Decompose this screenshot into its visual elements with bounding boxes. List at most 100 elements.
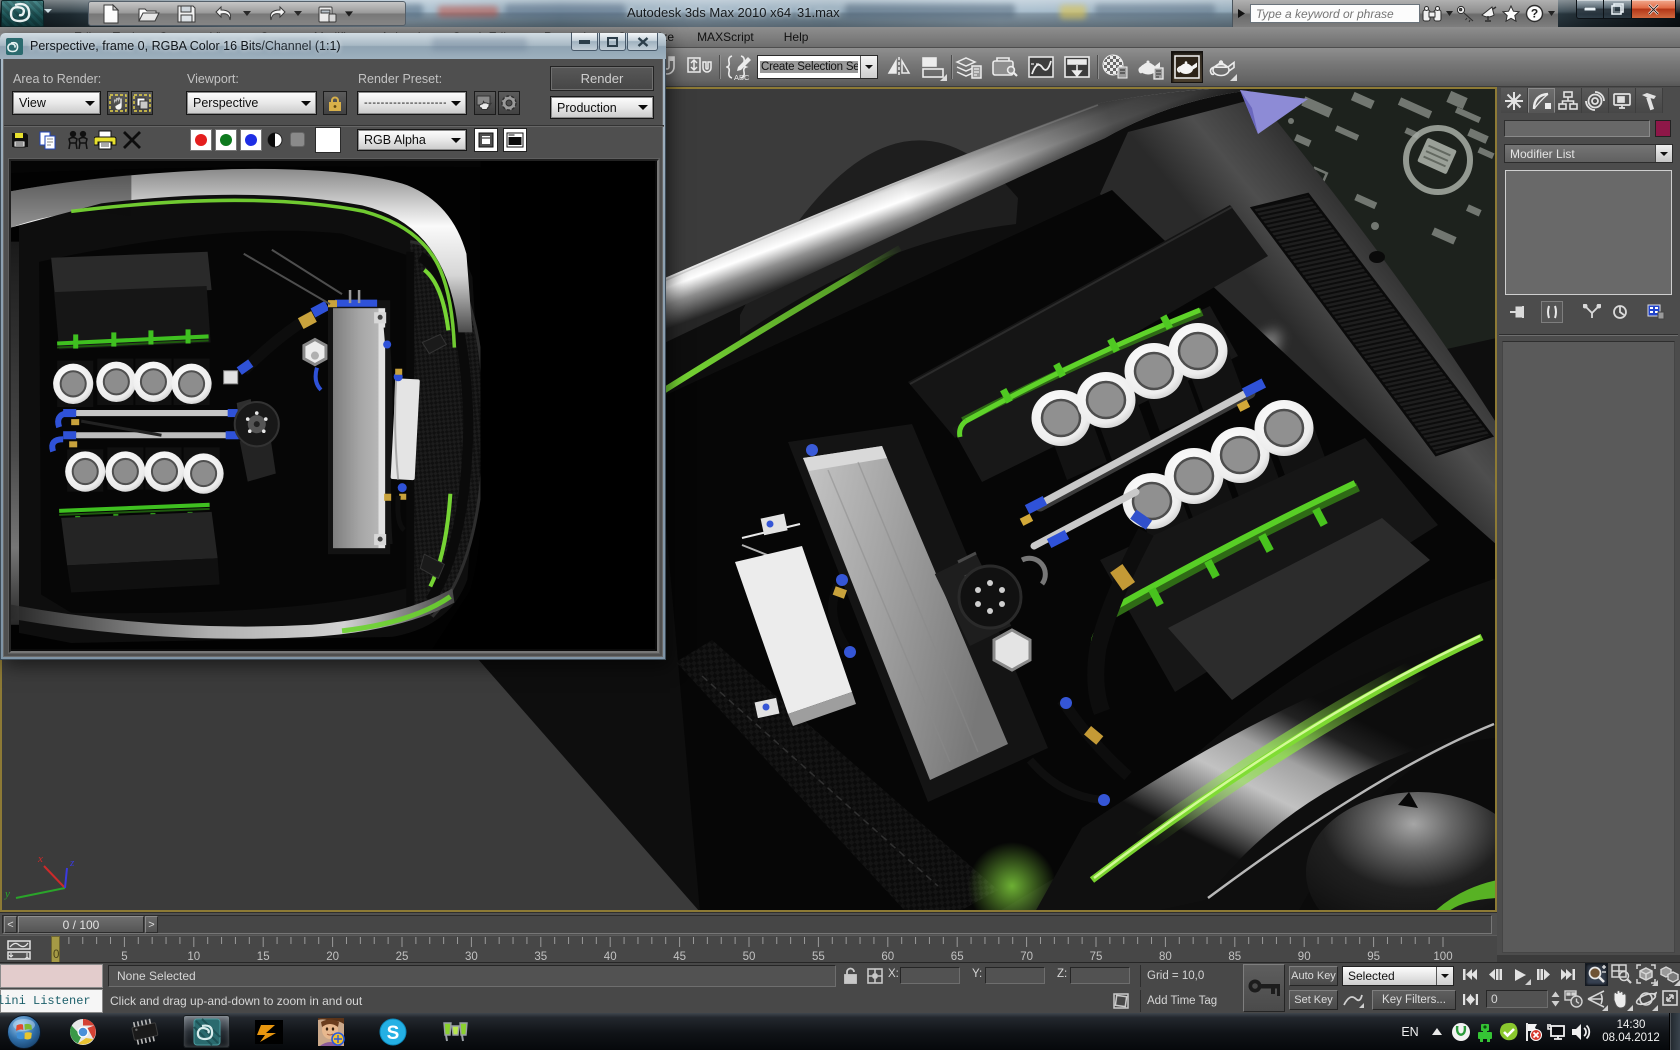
zoom-extents-button[interactable] bbox=[1635, 963, 1658, 986]
clear-color-swatch[interactable] bbox=[315, 127, 341, 153]
frame-spinner[interactable] bbox=[1550, 990, 1561, 1008]
communication-center-icon[interactable] bbox=[1478, 3, 1500, 25]
object-color-swatch[interactable] bbox=[1655, 120, 1671, 137]
restore-button[interactable] bbox=[1604, 0, 1631, 19]
y-coord-field[interactable] bbox=[985, 967, 1045, 984]
copy-image-button[interactable] bbox=[38, 130, 60, 151]
channel-display-dropdown[interactable]: RGB Alpha bbox=[357, 129, 467, 151]
schematic-view-button[interactable] bbox=[1062, 52, 1092, 82]
filter-dropdown-arrow[interactable] bbox=[1436, 967, 1453, 985]
x-coord-field[interactable] bbox=[900, 967, 960, 984]
absolute-offset-toggle[interactable] bbox=[865, 966, 885, 986]
container-explorer-button[interactable] bbox=[990, 52, 1020, 82]
next-frame-transport-button[interactable] bbox=[1534, 964, 1553, 985]
percent-snap-toggle-button[interactable] bbox=[684, 52, 714, 82]
tab-motion[interactable] bbox=[1582, 88, 1609, 113]
mirror-button[interactable] bbox=[884, 52, 914, 82]
taskbar-chip-app-button[interactable] bbox=[121, 1015, 168, 1048]
taskbar-chrome-button[interactable] bbox=[59, 1015, 106, 1048]
tab-modify[interactable] bbox=[1528, 88, 1555, 113]
red-channel-toggle[interactable] bbox=[190, 129, 212, 151]
zoom-all-button[interactable] bbox=[1610, 963, 1633, 986]
save-image-button[interactable] bbox=[10, 130, 32, 151]
zoom-button[interactable] bbox=[1585, 963, 1608, 986]
object-name-field[interactable] bbox=[1504, 120, 1650, 137]
action-center-flag-icon[interactable] bbox=[1521, 1020, 1545, 1044]
render-to-viewport-button[interactable] bbox=[474, 91, 496, 115]
pin-stack-button[interactable] bbox=[1507, 301, 1529, 323]
help-caret-icon[interactable] bbox=[1546, 3, 1556, 25]
selection-filter-dropdown[interactable]: Selected bbox=[1342, 966, 1454, 986]
isolate-selection-toggle[interactable] bbox=[1112, 992, 1130, 1010]
undo-caret-icon[interactable] bbox=[243, 3, 251, 25]
current-frame-field[interactable]: 0 bbox=[1486, 990, 1548, 1008]
edit-region-button[interactable] bbox=[107, 91, 129, 115]
taskbar-3dsmax-button[interactable] bbox=[183, 1015, 230, 1048]
next-frame-button[interactable]: > bbox=[145, 916, 158, 933]
zoom-extents-all-button[interactable] bbox=[1660, 963, 1680, 986]
minimize-button[interactable] bbox=[1576, 0, 1604, 19]
rendered-frame-window-button[interactable] bbox=[1171, 51, 1203, 83]
subscription-key-icon[interactable] bbox=[1455, 3, 1477, 25]
rfw-titlebar[interactable]: Perspective, frame 0, RGBA Color 16 Bits… bbox=[0, 33, 666, 59]
print-image-button[interactable] bbox=[94, 130, 118, 151]
edit-named-selection-sets-button[interactable]: ABC bbox=[725, 52, 755, 82]
remove-modifier-button[interactable] bbox=[1609, 301, 1631, 323]
search-icon[interactable] bbox=[1421, 3, 1443, 25]
blue-channel-toggle[interactable] bbox=[240, 129, 262, 151]
render-button[interactable]: Render bbox=[550, 66, 654, 91]
align-button[interactable] bbox=[918, 52, 948, 82]
tab-create[interactable] bbox=[1501, 88, 1528, 113]
time-slider-grip[interactable]: 0 / 100 bbox=[18, 916, 144, 933]
auto-key-button[interactable]: Auto Key bbox=[1289, 966, 1338, 986]
alpha-channel-toggle[interactable] bbox=[267, 132, 283, 148]
open-file-button[interactable] bbox=[135, 3, 162, 25]
rfw-minimize-button[interactable] bbox=[571, 33, 598, 51]
search-input[interactable] bbox=[1250, 4, 1420, 23]
material-editor-button[interactable] bbox=[1100, 52, 1130, 82]
volume-tray-icon[interactable] bbox=[1569, 1020, 1593, 1044]
time-configuration-button[interactable] bbox=[1564, 989, 1584, 1009]
help-icon[interactable]: ? bbox=[1523, 3, 1545, 25]
app-menu-caret-icon[interactable] bbox=[44, 9, 52, 17]
selection-set-dropdown-arrow[interactable] bbox=[860, 56, 877, 78]
layer-manager-button[interactable] bbox=[954, 52, 984, 82]
default-tangent-button[interactable] bbox=[1342, 991, 1364, 1010]
z-coord-field[interactable] bbox=[1070, 967, 1130, 984]
search-expand-icon[interactable] bbox=[1235, 3, 1249, 25]
lock-viewport-button[interactable] bbox=[323, 91, 347, 115]
green-channel-toggle[interactable] bbox=[215, 129, 237, 151]
set-keys-button[interactable] bbox=[1243, 964, 1285, 1012]
area-to-render-dropdown[interactable]: View bbox=[12, 91, 101, 115]
named-selection-set-combo[interactable]: Create Selection Se bbox=[757, 55, 878, 79]
modifier-list-dropdown[interactable]: Modifier List bbox=[1504, 144, 1673, 163]
show-desktop-button[interactable] bbox=[1669, 1013, 1680, 1050]
show-hidden-icons-button[interactable] bbox=[1425, 1020, 1449, 1044]
clear-image-button[interactable] bbox=[122, 130, 144, 151]
tab-hierarchy[interactable] bbox=[1555, 88, 1582, 113]
taskbar-skype-button[interactable]: S bbox=[369, 1015, 416, 1048]
toolbar-options-caret-icon[interactable] bbox=[345, 3, 353, 25]
monochrome-toggle[interactable] bbox=[290, 132, 305, 147]
rfw-close-button[interactable] bbox=[627, 33, 658, 51]
qip-tray-icon[interactable] bbox=[1473, 1020, 1497, 1044]
layers-dialog-button[interactable] bbox=[474, 128, 498, 152]
set-key-button[interactable]: Set Key bbox=[1289, 990, 1338, 1010]
language-indicator[interactable]: EN bbox=[1395, 1025, 1425, 1039]
viewport-dropdown[interactable]: Perspective bbox=[186, 91, 317, 115]
rollout-area[interactable] bbox=[1502, 341, 1675, 953]
orbit-view-button[interactable] bbox=[1635, 988, 1658, 1011]
menu-help[interactable]: Help bbox=[775, 30, 818, 44]
clone-window-button[interactable] bbox=[66, 130, 90, 151]
taskbar-z-app-button[interactable] bbox=[245, 1015, 292, 1048]
menu-maxscript[interactable]: MAXScript bbox=[688, 30, 763, 44]
track-bar[interactable]: 0510152025303540455055606570758085909510… bbox=[0, 935, 1497, 962]
redo-caret-icon[interactable] bbox=[294, 3, 302, 25]
key-mode-toggle[interactable] bbox=[1460, 989, 1480, 1010]
modifier-list-arrow-icon[interactable] bbox=[1655, 145, 1672, 162]
tab-utilities[interactable] bbox=[1636, 88, 1663, 113]
maxscript-mini-listener[interactable]: lini Listener bbox=[0, 989, 103, 1013]
utorrent-tray-icon[interactable] bbox=[1449, 1020, 1473, 1044]
close-button[interactable] bbox=[1631, 0, 1676, 19]
network-tray-icon[interactable] bbox=[1545, 1020, 1569, 1044]
